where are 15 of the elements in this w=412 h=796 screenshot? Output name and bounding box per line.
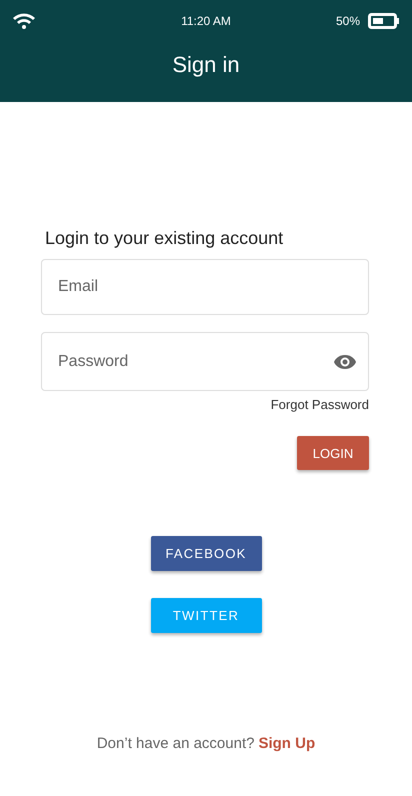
email-field[interactable]: Email <box>41 259 369 315</box>
social-login-button[interactable]: FACEBOOK <box>150 536 262 571</box>
password-field[interactable]: Password <box>41 332 369 391</box>
screen-title: Sign in <box>171 51 241 79</box>
battery-percent: 50% <box>336 14 360 28</box>
forgot-password-link[interactable]: Forgot Password <box>270 397 369 412</box>
signup-prompt: Don’t have an account? <box>96 735 254 752</box>
form-heading: Login to your existing account <box>44 228 284 249</box>
battery-icon <box>368 13 400 29</box>
login-button[interactable]: LOGIN <box>297 436 369 470</box>
wifi-icon <box>12 12 36 30</box>
clock-time: 11:20 AM <box>181 14 231 28</box>
eye-icon[interactable] <box>333 354 357 370</box>
sign-up-link[interactable]: Sign Up <box>258 735 316 752</box>
social-login-button[interactable]: TWITTER <box>150 598 262 633</box>
